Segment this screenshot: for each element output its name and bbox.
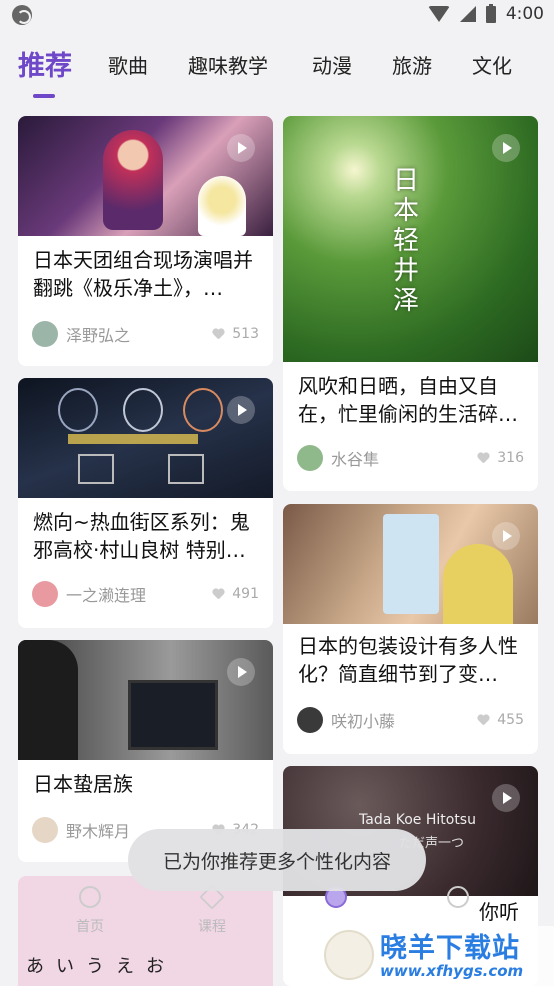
card-title: 风吹和日晒，自由又自在，忙里偷闲的生活碎…: [298, 374, 518, 426]
video-thumbnail: [18, 116, 273, 236]
nav-home-label: 首页: [76, 919, 104, 935]
card-title: 日本天团组合现场演唱并翻跳《极乐净土》，…: [33, 248, 253, 300]
video-thumbnail: [18, 378, 273, 498]
tab-anime[interactable]: 动漫: [312, 50, 352, 79]
avatar: [297, 707, 323, 733]
card-title: 燃向~热血街区系列：鬼邪高校·村山良树 特别…: [33, 510, 250, 562]
toast-message: 已为你推荐更多个性化内容: [128, 829, 426, 891]
watermark-title: 晓羊下载站: [380, 933, 520, 964]
nav-courses[interactable]: 课程: [182, 884, 242, 936]
thumbnail-caption: 日本轻井泽: [393, 166, 420, 316]
avatar: [32, 321, 58, 347]
play-icon: [492, 522, 520, 550]
tab-songs[interactable]: 歌曲: [108, 50, 148, 79]
video-thumbnail: 日本轻井泽: [283, 116, 538, 362]
wifi-icon: [427, 6, 450, 22]
video-thumbnail: [283, 504, 538, 624]
nav-profile[interactable]: [428, 886, 488, 908]
video-card[interactable]: 日本的包装设计有多人性化？简直细节到了变… 咲初小藤 455: [283, 504, 538, 754]
watermark-url: www.xfhygs.com: [380, 962, 524, 980]
category-tabs: 推荐 歌曲 趣味教学 动漫 旅游 文化: [0, 40, 554, 100]
bear-icon: [447, 886, 469, 908]
status-icons: 4:00: [427, 3, 544, 24]
avatar: [32, 581, 58, 607]
app-notification-icon: [12, 5, 32, 25]
play-icon: [492, 784, 520, 812]
like-count: 316: [497, 450, 524, 466]
author-name: 水谷隼: [331, 450, 380, 469]
card-title: 日本蛰居族: [33, 772, 133, 796]
card-meta: 咲初小藤 455: [297, 706, 524, 734]
heart-icon: [212, 329, 224, 340]
signal-icon: [459, 6, 476, 22]
card-meta: 泽野弘之 513: [32, 320, 259, 348]
like-count: 455: [497, 712, 524, 728]
video-thumbnail: [18, 640, 273, 760]
heart-icon: [212, 589, 224, 600]
like-count: 513: [232, 326, 259, 342]
status-time: 4:00: [505, 4, 544, 24]
tab-indicator: [33, 94, 55, 98]
avatar: [32, 817, 58, 843]
avatar: [297, 445, 323, 471]
sheep-logo-icon: [324, 930, 374, 980]
play-icon: [227, 658, 255, 686]
tab-travel[interactable]: 旅游: [392, 50, 432, 79]
card-title: 日本的包装设计有多人性化？简直细节到了变…: [298, 634, 518, 686]
play-icon: [492, 134, 520, 162]
nav-courses-label: 课程: [198, 919, 226, 935]
status-bar: 4:00: [0, 0, 554, 30]
card-meta: 一之濑连理 491: [32, 580, 259, 608]
video-card[interactable]: 燃向~热血街区系列：鬼邪高校·村山良树 特别… 一之濑连理 491: [18, 378, 273, 628]
tab-recommend[interactable]: 推荐: [18, 44, 72, 83]
card-meta: 水谷隼 316: [297, 444, 524, 472]
video-card[interactable]: 日本轻井泽 风吹和日晒，自由又自在，忙里偷闲的生活碎… 水谷隼 316: [283, 116, 538, 491]
like-count: 491: [232, 586, 259, 602]
tab-culture[interactable]: 文化: [472, 50, 512, 79]
battery-icon: [485, 3, 496, 23]
nav-home[interactable]: 首页: [60, 886, 120, 936]
watermark: 晓羊下载站 www.xfhygs.com: [318, 926, 554, 986]
author-name: 一之濑连理: [66, 586, 147, 605]
play-icon: [227, 396, 255, 424]
author-name: 泽野弘之: [66, 326, 131, 345]
home-icon: [79, 886, 101, 908]
tab-fun-teaching[interactable]: 趣味教学: [188, 50, 268, 79]
play-icon: [227, 134, 255, 162]
thumbnail-caption: Tada Koe Hitotsu: [359, 812, 476, 828]
author-name: 咲初小藤: [331, 712, 396, 731]
heart-icon: [477, 453, 489, 464]
heart-icon: [477, 715, 489, 726]
video-card[interactable]: 日本天团组合现场演唱并翻跳《极乐净土》，… 泽野弘之 513: [18, 116, 273, 366]
